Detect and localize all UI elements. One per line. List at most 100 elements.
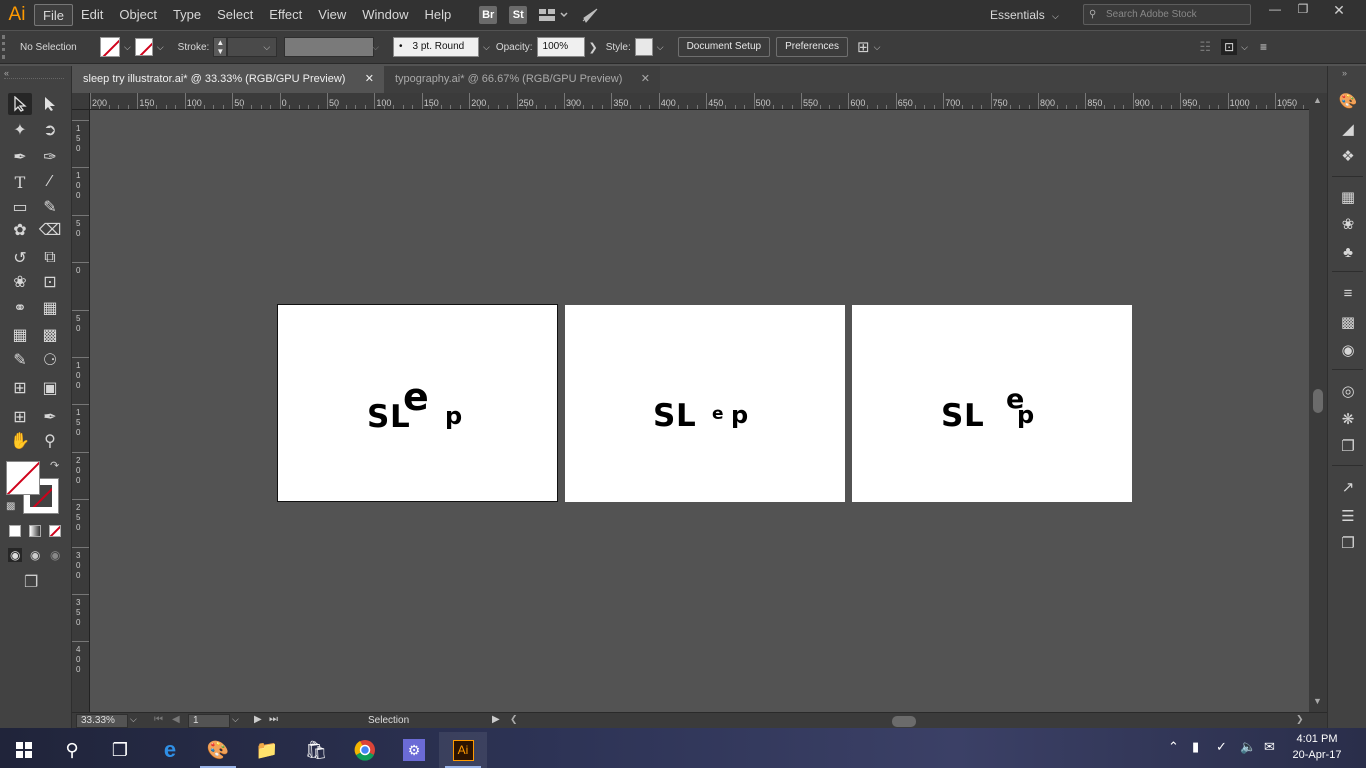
brushes-icon[interactable]: ❀ bbox=[1337, 213, 1359, 235]
workspace-switcher[interactable]: Essentials ⌵ bbox=[990, 5, 1059, 25]
scale-tool-icon[interactable]: ⧉ bbox=[38, 247, 62, 269]
draw-behind-icon[interactable]: ◉ bbox=[30, 548, 40, 562]
task-view-button[interactable]: ❐ bbox=[96, 732, 144, 768]
slice-tool-icon[interactable]: ✒ bbox=[38, 406, 62, 428]
shape-builder-tool-icon[interactable]: ⚭ bbox=[8, 297, 32, 319]
vertical-scrollbar[interactable]: ▲ ▼ bbox=[1309, 93, 1327, 712]
artboard-dropdown-icon[interactable]: ⌵ bbox=[232, 714, 239, 725]
notifications-icon[interactable]: ✉ bbox=[1264, 739, 1275, 755]
tab-typography[interactable]: typography.ai* @ 66.67% (RGB/GPU Preview… bbox=[384, 66, 660, 93]
color-themes-icon[interactable]: ❖ bbox=[1337, 145, 1359, 167]
options-dropdown-icon[interactable]: ⌵ bbox=[1241, 42, 1248, 53]
chrome-button[interactable] bbox=[341, 732, 389, 768]
swap-fill-stroke-icon[interactable]: ↷ bbox=[50, 459, 59, 472]
profile-dropdown-icon[interactable]: ⌵ bbox=[372, 42, 379, 53]
control-menu-icon[interactable]: ≡ bbox=[1260, 40, 1267, 54]
gradient-mode-button[interactable] bbox=[29, 525, 41, 537]
stroke-panel-icon[interactable]: ≡ bbox=[1337, 282, 1359, 304]
store-button[interactable]: 🛍 bbox=[292, 732, 340, 768]
transform-icon[interactable]: ⊞ bbox=[857, 38, 870, 56]
paintbrush-tool-icon[interactable]: ✎ bbox=[38, 196, 62, 218]
minimize-button[interactable]: — bbox=[1260, 2, 1290, 20]
preferences-button[interactable]: Preferences bbox=[776, 37, 848, 57]
stock-button[interactable]: St bbox=[509, 6, 528, 24]
next-artboard-icon[interactable]: ▶ bbox=[254, 714, 262, 725]
eraser-tool-icon[interactable]: ⌫ bbox=[38, 219, 62, 241]
stock-search-input[interactable]: ⚲ Search Adobe Stock bbox=[1083, 4, 1251, 25]
collapse-tools-icon[interactable]: « bbox=[4, 68, 9, 78]
perspective-grid-tool-icon[interactable]: ▦ bbox=[38, 297, 62, 319]
screen-mode-icon[interactable]: ❐ bbox=[24, 572, 38, 592]
panel-options-icon[interactable]: ⊡ bbox=[1221, 39, 1238, 55]
battery-icon[interactable]: ▮ bbox=[1192, 739, 1199, 755]
artboards-panel-icon[interactable]: ❐ bbox=[1337, 532, 1359, 554]
symbols-icon[interactable]: ♣ bbox=[1337, 241, 1359, 263]
show-hidden-icons-icon[interactable]: ⌃ bbox=[1168, 739, 1179, 755]
layers-icon[interactable]: ☰ bbox=[1337, 505, 1359, 527]
menu-view[interactable]: View bbox=[310, 4, 354, 26]
free-transform-tool-icon[interactable]: ⊡ bbox=[38, 271, 62, 293]
scroll-up-icon[interactable]: ▲ bbox=[1313, 95, 1322, 105]
menu-window[interactable]: Window bbox=[354, 4, 416, 26]
graphic-style-swatch[interactable] bbox=[634, 38, 653, 56]
transform-dropdown-icon[interactable]: ⌵ bbox=[874, 42, 881, 53]
stroke-weight-dropdown-icon[interactable]: ⌵ bbox=[263, 42, 270, 53]
brush-dropdown-icon[interactable]: ⌵ bbox=[483, 42, 490, 53]
artboard-1[interactable]: S L e p bbox=[277, 304, 558, 502]
fill-stroke-widget[interactable]: ↷ ▩ bbox=[6, 459, 62, 517]
color-mode-button[interactable] bbox=[9, 525, 21, 537]
arrange-documents-button[interactable] bbox=[539, 6, 569, 24]
shaper-tool-icon[interactable]: ✿ bbox=[8, 219, 32, 241]
menu-object[interactable]: Object bbox=[111, 4, 165, 26]
zoom-dropdown-icon[interactable]: ⌵ bbox=[130, 714, 137, 725]
last-artboard-icon[interactable]: ⏭ bbox=[269, 714, 278, 725]
close-icon[interactable]: ✕ bbox=[641, 66, 650, 93]
selection-tool-icon[interactable] bbox=[8, 93, 32, 115]
system-clock[interactable]: 4:01 PM 20-Apr-17 bbox=[1292, 731, 1342, 763]
variable-width-profile[interactable] bbox=[284, 37, 375, 57]
horizontal-ruler[interactable]: 200 150 100 50 0 50 100 150 200 250 300 350 400 450 50… bbox=[90, 93, 1309, 110]
volume-icon[interactable]: 🔈 bbox=[1240, 739, 1256, 755]
image-trace-icon[interactable]: ❐ bbox=[1337, 435, 1359, 457]
zoom-tool-icon[interactable]: ⚲ bbox=[38, 430, 62, 452]
line-segment-tool-icon[interactable]: ∕ bbox=[38, 171, 62, 193]
warp-tool-icon[interactable]: ❀ bbox=[8, 271, 32, 293]
artboard-tool-icon[interactable]: ⊞ bbox=[8, 406, 32, 428]
close-window-button[interactable]: ✕ bbox=[1324, 2, 1354, 20]
stroke-dropdown-icon[interactable]: ⌵ bbox=[157, 42, 164, 53]
pen-tool-icon[interactable]: ✒ bbox=[8, 146, 32, 168]
file-explorer-button[interactable]: 📁 bbox=[243, 732, 291, 768]
none-mode-button[interactable] bbox=[49, 525, 61, 537]
menu-effect[interactable]: Effect bbox=[261, 4, 310, 26]
fill-dropdown-icon[interactable]: ⌵ bbox=[124, 42, 131, 53]
artboard-number-field[interactable]: 1 bbox=[188, 714, 230, 728]
symbol-sprayer-tool-icon[interactable]: ⊞ bbox=[8, 377, 32, 399]
first-artboard-icon[interactable]: ⏮ bbox=[154, 714, 163, 725]
opacity-arrow-icon[interactable]: ❯ bbox=[589, 41, 598, 54]
align-icon[interactable]: ☷ bbox=[1199, 39, 1211, 55]
settings-app-button[interactable]: ⚙ bbox=[390, 732, 438, 768]
wifi-icon[interactable]: ✓ bbox=[1216, 739, 1227, 755]
rotate-tool-icon[interactable]: ↺ bbox=[8, 247, 32, 269]
fill-swatch[interactable] bbox=[100, 37, 120, 57]
blend-tool-icon[interactable]: ⚆ bbox=[38, 349, 62, 371]
eyedropper-tool-icon[interactable]: ✎ bbox=[8, 349, 32, 371]
menu-type[interactable]: Type bbox=[165, 4, 209, 26]
artboard-3[interactable]: S L e p bbox=[852, 305, 1132, 502]
tab-sleep-try-illustrator[interactable]: sleep try illustrator.ai* @ 33.33% (RGB/… bbox=[72, 66, 384, 93]
gradient-tool-icon[interactable]: ▩ bbox=[38, 324, 62, 346]
default-fill-stroke-icon[interactable]: ▩ bbox=[6, 501, 15, 512]
column-graph-tool-icon[interactable]: ▣ bbox=[38, 377, 62, 399]
mesh-tool-icon[interactable]: ▦ bbox=[8, 324, 32, 346]
transparency-icon[interactable]: ◉ bbox=[1337, 339, 1359, 361]
hand-tool-icon[interactable]: ✋ bbox=[8, 430, 32, 452]
previous-artboard-icon[interactable]: ◀ bbox=[172, 714, 180, 725]
appearance-icon[interactable]: ◎ bbox=[1337, 380, 1359, 402]
paint-app-button[interactable]: 🎨 bbox=[194, 732, 242, 768]
ruler-origin[interactable] bbox=[72, 93, 90, 110]
gradient-panel-icon[interactable]: ▩ bbox=[1337, 311, 1359, 333]
vertical-ruler[interactable]: 1 5 0 1 0 0 5 0 0 5 0 1 0 0 1 5 0 2 0 0 2 5 0 3 0… bbox=[72, 110, 90, 712]
export-icon[interactable]: ↗ bbox=[1337, 476, 1359, 498]
swatches-icon[interactable]: ▦ bbox=[1337, 186, 1359, 208]
horizontal-scroll-thumb[interactable] bbox=[892, 716, 916, 727]
